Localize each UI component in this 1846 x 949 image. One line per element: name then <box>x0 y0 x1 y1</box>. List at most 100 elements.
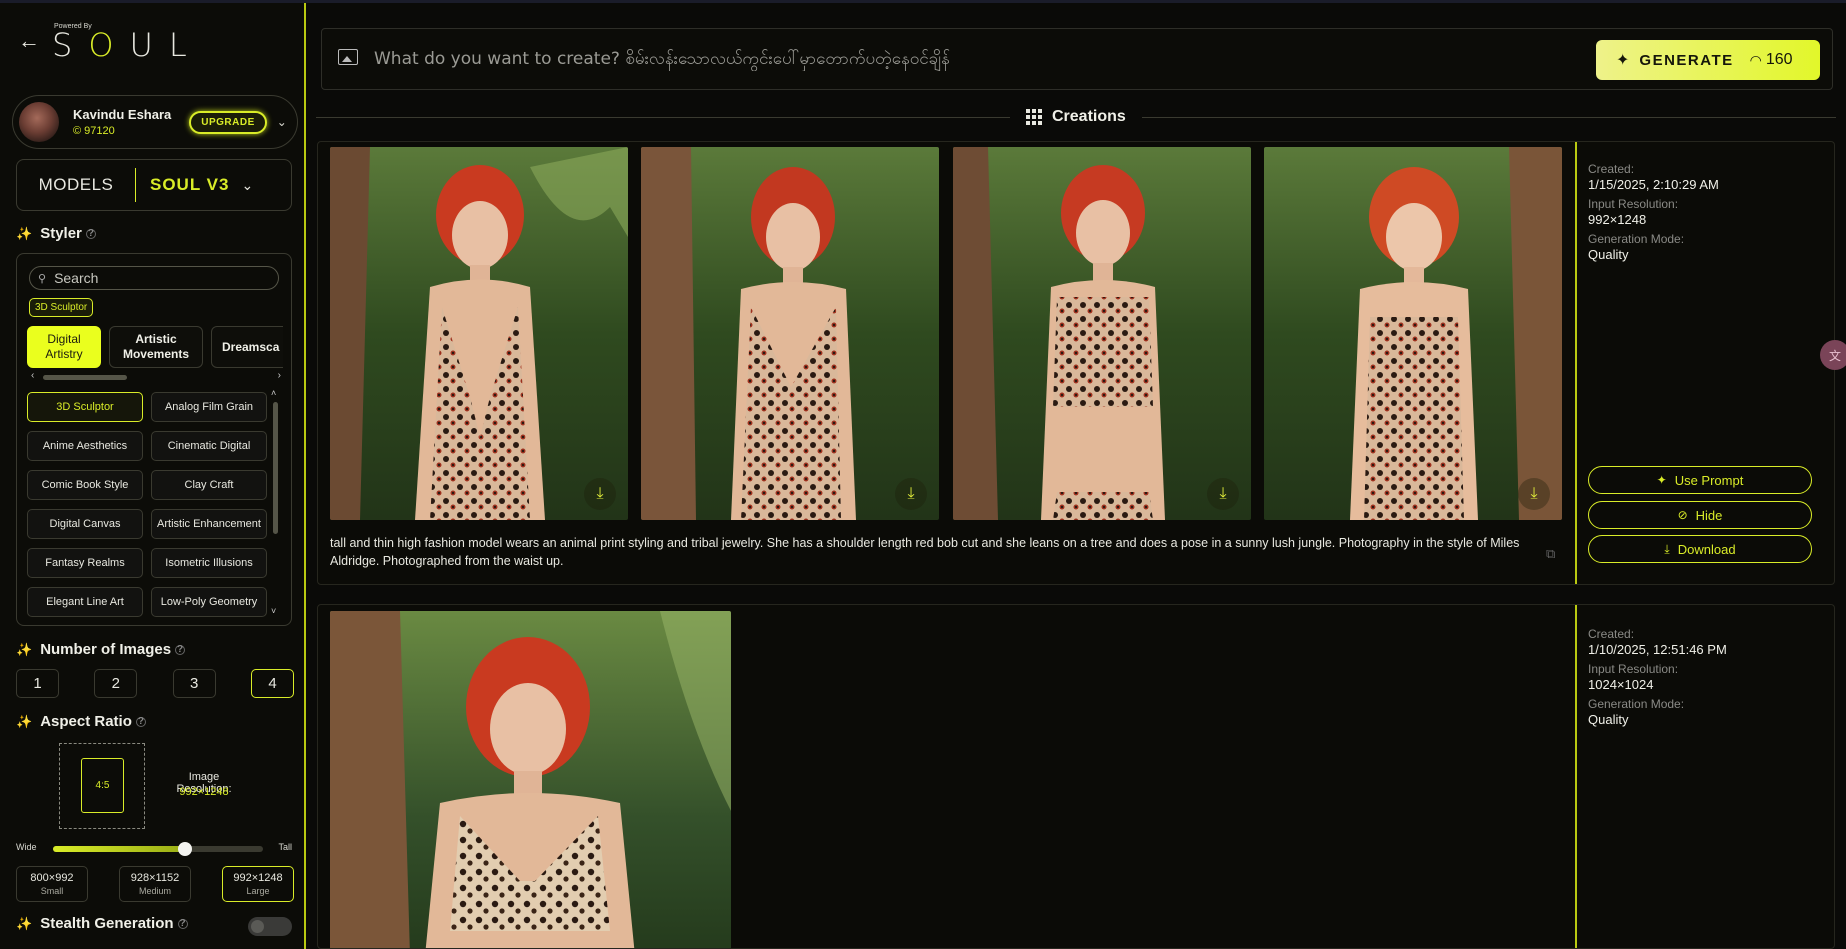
style-isometric-illusions[interactable]: Isometric Illusions <box>151 548 267 578</box>
generate-button[interactable]: ✦ GENERATE ◠ 160 <box>1596 40 1820 80</box>
generate-label: GENERATE <box>1639 51 1734 69</box>
models-selected[interactable]: SOUL V3 <box>150 175 229 195</box>
style-digital-canvas[interactable]: Digital Canvas <box>27 509 143 539</box>
style-cinematic-digital[interactable]: Cinematic Digital <box>151 431 267 461</box>
meta-mode-label: Generation Mode: <box>1588 697 1685 711</box>
avatar[interactable] <box>19 102 59 142</box>
models-selector[interactable]: MODELS SOUL V3 ⌄ <box>16 159 292 211</box>
scroll-right-icon[interactable]: › <box>278 370 281 381</box>
stealth-generation-title: ✨ Stealth Generation ? <box>16 915 188 932</box>
help-icon[interactable]: ? <box>175 644 186 655</box>
images-option-2[interactable]: 2 <box>94 669 138 698</box>
download-icon[interactable]: ⤓ <box>1518 478 1550 510</box>
slider-fill <box>53 846 186 852</box>
creations-heading: Creations <box>1026 108 1146 126</box>
chevron-down-icon[interactable]: ⌄ <box>277 115 287 129</box>
meta-input-res: 992×1248 <box>1588 212 1647 227</box>
generated-image[interactable]: ⤓ <box>953 147 1251 520</box>
slider-track[interactable] <box>53 842 263 856</box>
image-upload-icon[interactable] <box>338 49 358 65</box>
aspect-ratio-text: Aspect Ratio <box>40 713 132 730</box>
scrollbar-thumb[interactable] <box>273 402 278 534</box>
scroll-up-icon[interactable]: ˄ <box>271 388 276 398</box>
category-artistic-movements[interactable]: Artistic Movements <box>109 326 203 368</box>
styler-title-text: Styler <box>40 225 82 242</box>
stealth-toggle[interactable] <box>248 917 292 936</box>
sparkle-icon: ✨ <box>16 225 33 241</box>
generated-image[interactable]: ⤓ <box>641 147 939 520</box>
credit-icon: ◠ <box>1749 51 1762 68</box>
models-divider <box>135 168 136 202</box>
user-name: Kavindu Eshara <box>73 107 172 122</box>
resolution-value: 928×1152 <box>130 872 180 884</box>
upgrade-button[interactable]: UPGRADE <box>189 110 267 134</box>
chevron-down-icon[interactable]: ⌄ <box>241 177 253 194</box>
selected-style-tag[interactable]: 3D Sculptor <box>29 298 94 317</box>
search-field[interactable]: ⚲ <box>29 266 279 290</box>
generated-image-graphic <box>1264 147 1562 520</box>
scrollbar-thumb[interactable] <box>43 375 127 380</box>
images-option-1[interactable]: 1 <box>16 669 59 698</box>
divider <box>1575 142 1577 584</box>
generated-image[interactable] <box>330 611 731 948</box>
aspect-ratio-title: ✨ Aspect Ratio ? <box>16 713 146 730</box>
copy-icon[interactable]: ⧉ <box>1546 546 1555 562</box>
generated-image[interactable]: ⤓ <box>1264 147 1562 520</box>
style-clay-craft[interactable]: Clay Craft <box>151 470 267 500</box>
user-info: Kavindu Eshara © 97120 <box>73 107 171 137</box>
meta-mode: Quality <box>1588 712 1629 727</box>
category-digital-artistry[interactable]: Digital Artistry <box>27 326 101 368</box>
images-option-3[interactable]: 3 <box>172 669 216 698</box>
resolution-large[interactable]: 992×1248 Large <box>222 866 294 902</box>
generated-image-graphic <box>330 611 731 948</box>
scroll-left-icon[interactable]: ‹ <box>31 370 34 381</box>
horizontal-scrollbar[interactable]: ‹ › <box>31 370 281 382</box>
style-3d-sculptor[interactable]: 3D Sculptor <box>27 392 143 422</box>
aspect-slider[interactable]: Wide Tall <box>16 841 294 856</box>
use-prompt-button[interactable]: ✦ Use Prompt <box>1588 466 1812 494</box>
help-icon[interactable]: ? <box>135 716 146 727</box>
resolution-small[interactable]: 800×992 Small <box>16 866 88 902</box>
use-prompt-label: Use Prompt <box>1674 472 1744 488</box>
creation-meta: Created: 1/10/2025, 12:51:46 PM Input Re… <box>1588 623 1808 732</box>
generated-image[interactable]: ⤓ <box>330 147 628 520</box>
style-artistic-enhancement[interactable]: Artistic Enhancement <box>151 509 267 539</box>
download-button[interactable]: ⤓ Download <box>1588 535 1812 563</box>
resolution-medium[interactable]: 928×1152 Medium <box>119 866 191 902</box>
style-low-poly-geometry[interactable]: Low-Poly Geometry <box>151 587 267 617</box>
style-anime-aesthetics[interactable]: Anime Aesthetics <box>27 431 143 461</box>
stealth-generation-text: Stealth Generation <box>40 915 174 932</box>
sparkle-icon: ✨ <box>16 915 33 931</box>
download-icon[interactable]: ⤓ <box>895 478 927 510</box>
help-icon[interactable]: ? <box>177 918 188 929</box>
style-analog-film-grain[interactable]: Analog Film Grain <box>151 392 267 422</box>
style-elegant-line-art[interactable]: Elegant Line Art <box>27 587 143 617</box>
search-input[interactable] <box>54 270 255 286</box>
user-card[interactable]: Kavindu Eshara © 97120 UPGRADE ⌄ <box>12 95 298 149</box>
style-fantasy-realms[interactable]: Fantasy Realms <box>27 548 143 578</box>
vertical-scrollbar[interactable]: ˄ ˅ <box>271 388 279 616</box>
slider-handle[interactable] <box>178 842 193 856</box>
download-icon[interactable]: ⤓ <box>584 478 616 510</box>
hide-icon: ⊘ <box>1677 508 1688 522</box>
scroll-down-icon[interactable]: ˅ <box>271 606 276 616</box>
meta-input-res-label: Input Resolution: <box>1588 197 1679 211</box>
style-comic-book[interactable]: Comic Book Style <box>27 470 143 500</box>
help-icon[interactable]: ? <box>85 228 96 239</box>
translate-icon[interactable]: 文 <box>1820 340 1846 370</box>
images-option-4[interactable]: 4 <box>250 669 294 698</box>
meta-input-res-label: Input Resolution: <box>1588 662 1679 676</box>
category-dreamscape[interactable]: Dreamsca <box>211 326 283 368</box>
meta-mode-label: Generation Mode: <box>1588 232 1685 246</box>
image-resolution-value: 992×1248 <box>179 786 229 798</box>
brand-logo[interactable]: Powered By SOUL <box>52 23 203 61</box>
number-of-images-options: 1 2 3 4 <box>16 669 294 698</box>
hide-button[interactable]: ⊘ Hide <box>1588 501 1812 529</box>
logo-row: ← Powered By SOUL <box>18 21 203 61</box>
download-icon[interactable]: ⤓ <box>1207 478 1239 510</box>
back-arrow-icon[interactable]: ← <box>18 30 40 52</box>
meta-input-res: 1024×1024 <box>1588 677 1654 692</box>
number-of-images-text: Number of Images <box>40 641 172 658</box>
prompt-input[interactable] <box>374 47 1374 71</box>
meta-created: 1/15/2025, 2:10:29 AM <box>1588 177 1719 192</box>
